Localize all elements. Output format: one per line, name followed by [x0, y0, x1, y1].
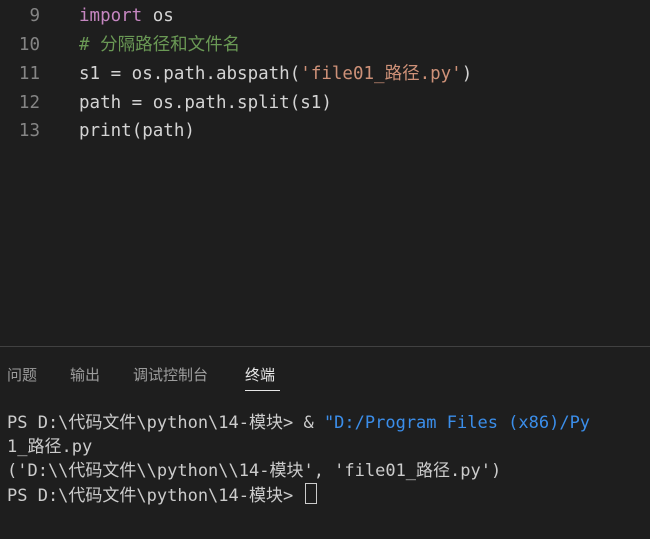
code-token-plain: (path): [131, 121, 195, 141]
tab-problems[interactable]: 问题: [7, 364, 37, 386]
code-line[interactable]: 11 s1 = os.path.abspath('file01_路径.py'): [0, 60, 650, 88]
terminal-command-string: "D:/Program Files (x86)/Py: [323, 413, 591, 433]
code-token-plain: path = os.path.split(s1): [79, 93, 332, 113]
code-token-plain: os: [142, 6, 174, 26]
active-tab-indicator: [245, 390, 280, 391]
code-token-string: 'file01_路径.py': [300, 64, 462, 84]
code-line[interactable]: 12 path = os.path.split(s1): [0, 89, 650, 117]
code-text: path = os.path.split(s1): [79, 89, 332, 117]
terminal-line: PS D:\代码文件\python\14-模块>: [7, 483, 318, 507]
terminal-line: 1_路径.py: [7, 437, 93, 457]
vscode-window: 9 import os 10 # 分隔路径和文件名 11 s1 = os.path.abs…: [0, 0, 650, 539]
code-token-plain: s1 = os.path.: [79, 64, 216, 84]
code-text: print(path): [79, 117, 195, 145]
terminal-prompt: PS D:\代码文件\python\14-模块> &: [7, 413, 324, 433]
line-number: 9: [29, 6, 40, 26]
code-token-plain: abspath: [215, 64, 290, 84]
terminal-output: ('D:\\代码文件\\python\\14-模块', 'file01_路径.p…: [7, 461, 502, 481]
code-text: # 分隔路径和文件名: [79, 31, 240, 59]
terminal-cursor: [305, 483, 318, 504]
code-token-plain: ): [461, 64, 473, 84]
bottom-panel: 问题 输出 调试控制台 终端 PS D:\代码文件\python\14-模块> …: [0, 346, 650, 539]
code-token-plain: (: [289, 64, 301, 84]
line-number: 11: [18, 64, 40, 84]
code-token-plain: print: [79, 121, 132, 141]
code-line[interactable]: 9 import os: [0, 2, 650, 30]
tab-terminal[interactable]: 终端: [245, 364, 275, 386]
line-number: 13: [18, 121, 40, 141]
code-token-keyword: import: [79, 6, 143, 26]
code-line[interactable]: 10 # 分隔路径和文件名: [0, 31, 650, 59]
code-editor[interactable]: 9 import os 10 # 分隔路径和文件名 11 s1 = os.path.abs…: [0, 0, 650, 346]
tab-debug-console[interactable]: 调试控制台: [133, 364, 208, 386]
terminal-line: PS D:\代码文件\python\14-模块> & "D:/Program F…: [7, 411, 590, 435]
code-text: import os: [79, 2, 174, 30]
terminal-prompt: PS D:\代码文件\python\14-模块>: [7, 486, 304, 506]
line-number: 10: [18, 35, 40, 55]
code-line[interactable]: 13 print(path): [0, 117, 650, 145]
terminal[interactable]: PS D:\代码文件\python\14-模块> & "D:/Program F…: [0, 403, 650, 539]
code-text: s1 = os.path.abspath('file01_路径.py'): [79, 60, 472, 88]
code-token-comment: # 分隔路径和文件名: [79, 35, 241, 55]
panel-tabs: 问题 输出 调试控制台 终端: [0, 347, 650, 403]
tab-output[interactable]: 输出: [70, 364, 100, 386]
line-number: 12: [18, 93, 40, 113]
